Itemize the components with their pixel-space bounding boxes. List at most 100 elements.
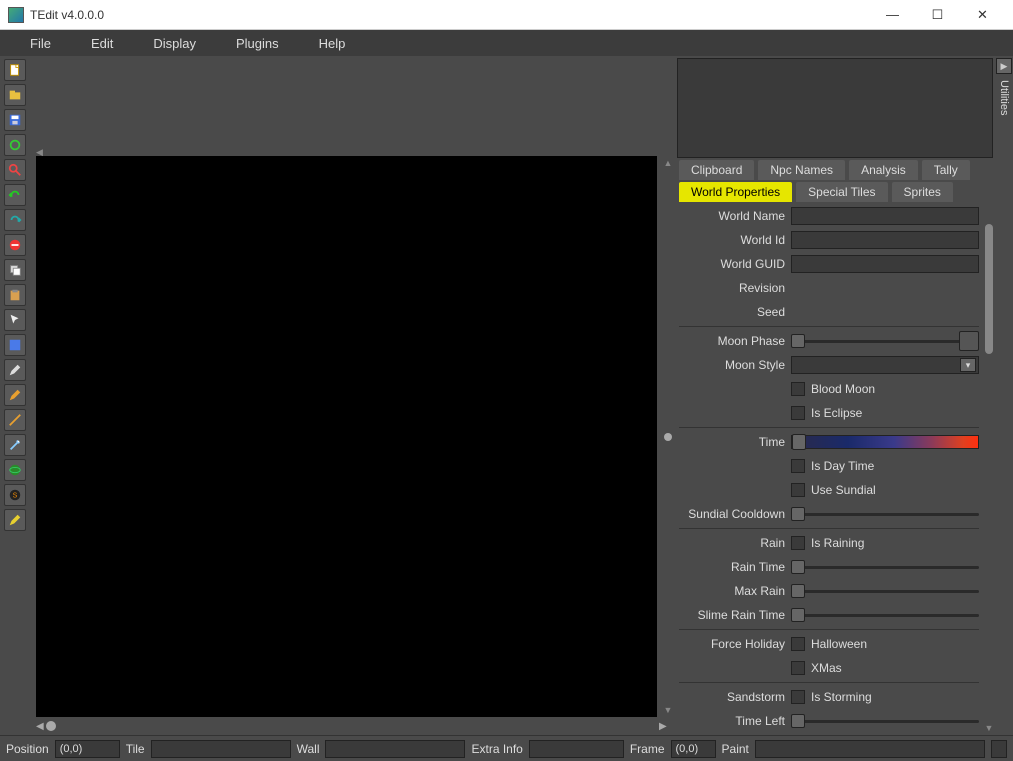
checkbox-is-eclipse[interactable] — [791, 406, 805, 420]
header-scrollbar[interactable]: ◀ — [36, 142, 673, 154]
value-seed — [791, 303, 979, 321]
slider-rain-time[interactable] — [791, 558, 979, 576]
label-is-storming: Is Storming — [811, 690, 872, 704]
tabs-row-2: World Properties Special Tiles Sprites — [675, 182, 995, 202]
tool-open[interactable] — [4, 84, 26, 106]
slider-max-rain[interactable] — [791, 582, 979, 600]
tool-new[interactable] — [4, 59, 26, 81]
status-wall-label: Wall — [297, 742, 320, 756]
slider-time-left[interactable] — [791, 712, 979, 730]
maximize-button[interactable]: ☐ — [915, 0, 960, 30]
checkbox-is-storming[interactable] — [791, 690, 805, 704]
canvas-header-gap: ◀ — [30, 56, 675, 156]
menu-plugins[interactable]: Plugins — [216, 32, 299, 55]
label-slime-rain-time: Slime Rain Time — [679, 608, 791, 622]
tool-undo[interactable] — [4, 184, 26, 206]
tab-npc-names[interactable]: Npc Names — [758, 160, 845, 180]
tool-globe[interactable] — [4, 459, 26, 481]
tool-delete[interactable] — [4, 234, 26, 256]
checkbox-halloween[interactable] — [791, 637, 805, 651]
label-rain: Rain — [679, 536, 791, 550]
tool-zoom[interactable] — [4, 159, 26, 181]
checkbox-xmas[interactable] — [791, 661, 805, 675]
close-button[interactable]: ✕ — [960, 0, 1005, 30]
slider-sundial-cooldown[interactable] — [791, 505, 979, 523]
chevron-down-icon[interactable]: ▾ — [960, 358, 976, 372]
world-canvas[interactable] — [36, 156, 657, 717]
tabs-row-1: Clipboard Npc Names Analysis Tally — [675, 160, 995, 180]
tool-wand[interactable] — [4, 434, 26, 456]
menu-display[interactable]: Display — [133, 32, 216, 55]
title-bar: TEdit v4.0.0.0 — ☐ ✕ — [0, 0, 1013, 30]
canvas-area: ◀ ▲ ▼ ◀ ▶ — [30, 56, 675, 735]
label-is-day: Is Day Time — [811, 459, 874, 473]
label-sundial-cooldown: Sundial Cooldown — [679, 507, 791, 521]
tool-select[interactable] — [4, 334, 26, 356]
status-paint-label: Paint — [722, 742, 749, 756]
tool-sprite[interactable]: S — [4, 484, 26, 506]
tool-palette: S — [0, 56, 30, 735]
tab-special-tiles[interactable]: Special Tiles — [796, 182, 887, 202]
label-world-guid: World GUID — [679, 257, 791, 271]
tool-pointer[interactable] — [4, 309, 26, 331]
tab-bestiary-tally[interactable]: Tally — [922, 160, 970, 180]
checkbox-is-day-time[interactable] — [791, 459, 805, 473]
minimap[interactable] — [677, 58, 993, 158]
input-world-id[interactable] — [791, 231, 979, 249]
properties-scrollbar[interactable]: ▼ — [983, 202, 995, 735]
tool-copy[interactable] — [4, 259, 26, 281]
label-sandstorm: Sandstorm — [679, 690, 791, 704]
tool-paint[interactable] — [4, 509, 26, 531]
window-title: TEdit v4.0.0.0 — [30, 8, 870, 22]
checkbox-use-sundial[interactable] — [791, 483, 805, 497]
value-revision — [791, 279, 979, 297]
tab-analysis[interactable]: Analysis — [849, 160, 918, 180]
status-tile-value[interactable] — [151, 740, 291, 758]
tab-clipboard[interactable]: Clipboard — [679, 160, 754, 180]
utilities-expand-button[interactable]: ▶ — [996, 58, 1012, 74]
status-extra-value[interactable] — [529, 740, 624, 758]
status-frame-value[interactable] — [671, 740, 716, 758]
label-world-id: World Id — [679, 233, 791, 247]
slider-moon-phase[interactable] — [791, 332, 979, 350]
tool-redo[interactable] — [4, 209, 26, 231]
tab-world-properties[interactable]: World Properties — [679, 182, 792, 202]
label-time: Time — [679, 435, 791, 449]
checkbox-is-raining[interactable] — [791, 536, 805, 550]
tool-refresh[interactable] — [4, 134, 26, 156]
slider-time[interactable] — [791, 435, 979, 449]
input-world-name[interactable] — [791, 207, 979, 225]
svg-text:S: S — [13, 493, 18, 500]
tool-brush[interactable] — [4, 384, 26, 406]
label-moon-style: Moon Style — [679, 358, 791, 372]
menu-help[interactable]: Help — [299, 32, 366, 55]
status-frame-label: Frame — [630, 742, 665, 756]
status-position-value[interactable] — [55, 740, 120, 758]
menu-file[interactable]: File — [10, 32, 71, 55]
menu-bar: File Edit Display Plugins Help — [0, 30, 1013, 56]
label-rain-time: Rain Time — [679, 560, 791, 574]
canvas-horizontal-scrollbar[interactable]: ◀ ▶ — [30, 717, 675, 735]
tool-pencil[interactable] — [4, 359, 26, 381]
input-world-guid[interactable] — [791, 255, 979, 273]
status-tile-label: Tile — [126, 742, 145, 756]
utilities-label[interactable]: Utilities — [998, 80, 1010, 115]
canvas-vertical-scrollbar[interactable]: ▲ ▼ — [661, 156, 675, 717]
utilities-sidebar: ▶ Utilities — [995, 56, 1013, 735]
status-position-label: Position — [6, 742, 49, 756]
label-revision: Revision — [679, 281, 791, 295]
world-properties-panel: World Name World Id World GUID Revision … — [675, 202, 983, 735]
status-resize-grip[interactable] — [991, 740, 1007, 758]
status-wall-value[interactable] — [325, 740, 465, 758]
menu-edit[interactable]: Edit — [71, 32, 133, 55]
dropdown-moon-style[interactable]: ▾ — [791, 356, 979, 374]
minimize-button[interactable]: — — [870, 0, 915, 30]
tab-sprites[interactable]: Sprites — [892, 182, 953, 202]
status-paint-value[interactable] — [755, 740, 985, 758]
tool-paste[interactable] — [4, 284, 26, 306]
checkbox-blood-moon[interactable] — [791, 382, 805, 396]
slider-slime-rain-time[interactable] — [791, 606, 979, 624]
status-extra-label: Extra Info — [471, 742, 522, 756]
tool-line[interactable] — [4, 409, 26, 431]
tool-save[interactable] — [4, 109, 26, 131]
